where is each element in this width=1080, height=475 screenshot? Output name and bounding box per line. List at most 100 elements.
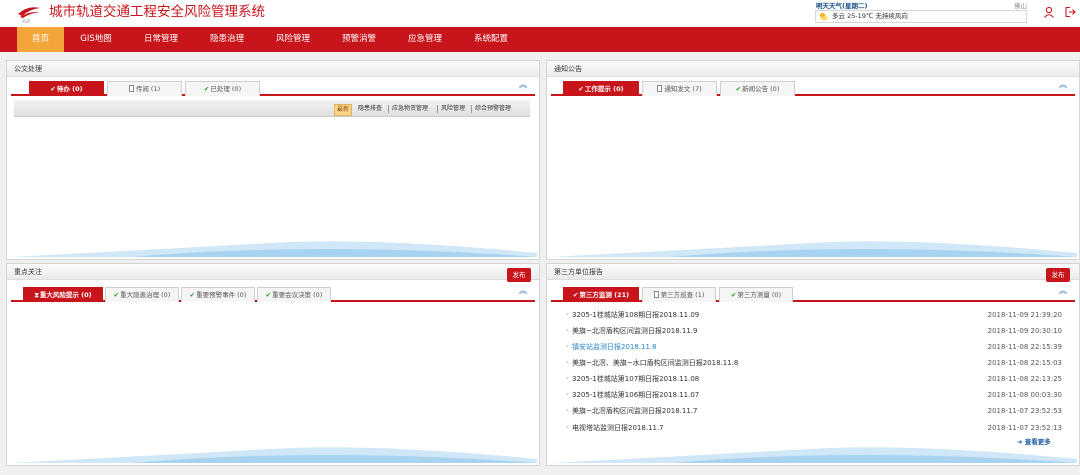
panel-document-processing: 公文处理 ✔待办 (0) 传阅 (1) ✔已处理 (0) ︽ xyxy=(6,60,540,260)
list-item: › 美旗~北滘盾构区间监测日报2018.11.9 2018-11-09 20:30:… xyxy=(566,324,1062,338)
bullet-icon: › xyxy=(566,343,569,350)
nav-daily-management[interactable]: 日常管理 xyxy=(134,27,188,52)
list-item: › 美旗~北滘盾构区间监测日报2018.11.7 2018-11-07 23:52:… xyxy=(566,404,1062,418)
nav-system-config[interactable]: 系统配置 xyxy=(464,27,518,52)
category-integrated-warning[interactable]: 综合预警管理 xyxy=(475,104,511,114)
report-title-link[interactable]: 镇安站监测日报2018.11.8 xyxy=(572,340,657,354)
category-emergency-supplies[interactable]: 应急物资管理 xyxy=(392,104,428,114)
report-title-link[interactable]: 3205-1桂城站第108期日报2018.11.09 xyxy=(572,308,699,322)
hourglass-icon: ⧗ xyxy=(34,291,39,299)
panel-key-focus: 重点关注 发布 ⧗重大风险提示 (0) ✔重大隐患治理 (0) ✔重要预警事件 … xyxy=(6,263,540,466)
main-nav: 首页 GIS地图 日常管理 隐患治理 风险管理 预警消警 应急管理 系统配置 xyxy=(0,27,1080,52)
check-icon: ✔ xyxy=(50,85,56,93)
list-item: › 电视塔站监测日报2018.11.7 2018-11-07 23:52:13 xyxy=(566,421,1062,435)
bullet-icon: › xyxy=(566,327,569,334)
check-icon: ✔ xyxy=(189,291,196,299)
bullet-icon: › xyxy=(566,375,569,382)
weather-box: 多云 25-19℃ 无持续风向 xyxy=(815,10,1027,23)
wave-decoration xyxy=(551,241,1077,257)
report-date: 2018-11-08 00:03:30 xyxy=(987,391,1062,399)
arrow-right-icon: ➜ xyxy=(1017,438,1025,446)
collapse-icon[interactable]: ︽ xyxy=(1059,287,1067,295)
tab-important-meeting[interactable]: ✔重要会议决策 (0) xyxy=(257,287,331,302)
report-date: 2018-11-07 23:52:13 xyxy=(987,424,1062,432)
category-hazard-check[interactable]: 隐患排查 xyxy=(358,104,382,114)
header-bar: 轨道 城市轨道交通工程安全风险管理系统 明天天气(星期二) 佛山 多云 25-1… xyxy=(0,0,1080,27)
logout-icon[interactable] xyxy=(1064,6,1076,18)
report-title-link[interactable]: 3205-1桂城站第107期日报2018.11.08 xyxy=(572,372,699,386)
check-icon: ✔ xyxy=(735,85,742,93)
collapse-icon[interactable]: ︽ xyxy=(519,287,527,295)
report-title-link[interactable]: 美旗~北滘盾构区间监测日报2018.11.7 xyxy=(572,404,698,418)
tab-processed[interactable]: ✔已处理 (0) xyxy=(185,81,260,96)
document-icon xyxy=(653,291,659,298)
report-title-link[interactable]: 美旗~北滘、美旗~水口盾构区间监测日报2018.11.8 xyxy=(572,356,738,370)
list-item: › 3205-1桂城站第106期日报2018.11.07 2018-11-08 00… xyxy=(566,388,1062,402)
collapse-icon[interactable]: ︽ xyxy=(1059,81,1067,89)
list-item: › 3205-1桂城站第107期日报2018.11.08 2018-11-08 22… xyxy=(566,372,1062,386)
logo-text: 轨道 xyxy=(22,18,30,24)
nav-warning[interactable]: 预警消警 xyxy=(332,27,386,52)
report-date: 2018-11-08 22:15:03 xyxy=(987,359,1062,367)
partly-cloudy-icon xyxy=(819,12,828,21)
check-icon: ✔ xyxy=(578,85,584,93)
category-latest[interactable]: 最新 xyxy=(334,104,353,116)
tab-third-party-monitoring[interactable]: ✔第三方监测 (21) xyxy=(563,287,639,302)
document-icon xyxy=(128,85,134,92)
bullet-icon: › xyxy=(566,424,569,431)
report-date: 2018-11-08 22:15:39 xyxy=(987,343,1062,351)
check-icon: ✔ xyxy=(203,85,210,93)
tab-third-party-survey[interactable]: ✔第三方测量 (0) xyxy=(719,287,793,302)
report-date: 2018-11-09 21:39:20 xyxy=(987,311,1062,319)
user-icon[interactable] xyxy=(1043,6,1055,18)
weather-city: 佛山 xyxy=(1014,2,1027,10)
check-icon: ✔ xyxy=(572,291,579,299)
weather-title: 明天天气(星期二) xyxy=(816,2,868,10)
tab-bar: ✔工作提示 (0) 通知发文 (7) ✔新闻公告 (0) ︽ xyxy=(551,78,1075,96)
report-title-link[interactable]: 电视塔站监测日报2018.11.7 xyxy=(572,421,664,435)
check-icon: ✔ xyxy=(113,291,120,299)
divider xyxy=(388,105,389,113)
tab-third-party-inspection[interactable]: 第三方巡查 (1) xyxy=(642,287,716,302)
weather-widget: 明天天气(星期二) 佛山 多云 25-19℃ 无持续风向 xyxy=(815,0,1027,24)
report-date: 2018-11-08 22:13:25 xyxy=(987,375,1062,383)
logo-icon: 轨道 xyxy=(18,7,40,24)
tab-circulate[interactable]: 传阅 (1) xyxy=(107,81,182,96)
nav-home[interactable]: 首页 xyxy=(17,27,64,52)
panel-notices: 通知公告 ✔工作提示 (0) 通知发文 (7) ✔新闻公告 (0) ︽ xyxy=(546,60,1080,260)
panel-title: 第三方单位报告 xyxy=(547,264,1079,280)
tab-major-hazard[interactable]: ✔重大隐患治理 (0) xyxy=(105,287,179,302)
bullet-icon: › xyxy=(566,407,569,414)
list-item: › 3205-1桂城站第108期日报2018.11.09 2018-11-09 21… xyxy=(566,308,1062,322)
check-icon: ✔ xyxy=(730,291,737,299)
view-more-link[interactable]: ➜ 查看更多 xyxy=(1017,436,1051,446)
list-item: › 美旗~北滘、美旗~水口盾构区间监测日报2018.11.8 2018-11-08 … xyxy=(566,356,1062,370)
collapse-icon[interactable]: ︽ xyxy=(519,81,527,89)
tab-bar: ⧗重大风险提示 (0) ✔重大隐患治理 (0) ✔重要预警事件 (0) ✔重要会… xyxy=(11,284,535,302)
wave-decoration xyxy=(551,447,1077,463)
document-category-bar: 最新 隐患排查 应急物资管理 风险管理 综合预警管理 xyxy=(14,100,530,117)
tab-important-warning[interactable]: ✔重要预警事件 (0) xyxy=(181,287,255,302)
wave-decoration xyxy=(11,447,537,463)
tab-notice-documents[interactable]: 通知发文 (7) xyxy=(642,81,717,96)
tab-work-tips[interactable]: ✔工作提示 (0) xyxy=(563,81,639,96)
publish-button[interactable]: 发布 xyxy=(1046,268,1070,282)
tab-bar: ✔第三方监测 (21) 第三方巡查 (1) ✔第三方测量 (0) ︽ xyxy=(551,284,1075,302)
tab-major-risk[interactable]: ⧗重大风险提示 (0) xyxy=(23,287,103,302)
divider xyxy=(471,105,472,113)
nav-risk-management[interactable]: 风险管理 xyxy=(266,27,320,52)
panel-title: 通知公告 xyxy=(547,61,1079,77)
nav-emergency[interactable]: 应急管理 xyxy=(398,27,452,52)
tab-todo[interactable]: ✔待办 (0) xyxy=(29,81,104,96)
category-risk-management[interactable]: 风险管理 xyxy=(441,104,465,114)
report-title-link[interactable]: 美旗~北滘盾构区间监测日报2018.11.9 xyxy=(572,324,698,338)
weather-desc: 多云 25-19℃ 无持续风向 xyxy=(832,12,908,20)
publish-button[interactable]: 发布 xyxy=(507,268,531,282)
panel-title: 公文处理 xyxy=(7,61,539,77)
report-date: 2018-11-09 20:30:10 xyxy=(987,327,1062,335)
tab-news[interactable]: ✔新闻公告 (0) xyxy=(720,81,795,96)
document-icon xyxy=(657,85,663,92)
report-title-link[interactable]: 3205-1桂城站第106期日报2018.11.07 xyxy=(572,388,699,402)
nav-gis-map[interactable]: GIS地图 xyxy=(71,27,121,52)
nav-hazard-management[interactable]: 隐患治理 xyxy=(200,27,254,52)
